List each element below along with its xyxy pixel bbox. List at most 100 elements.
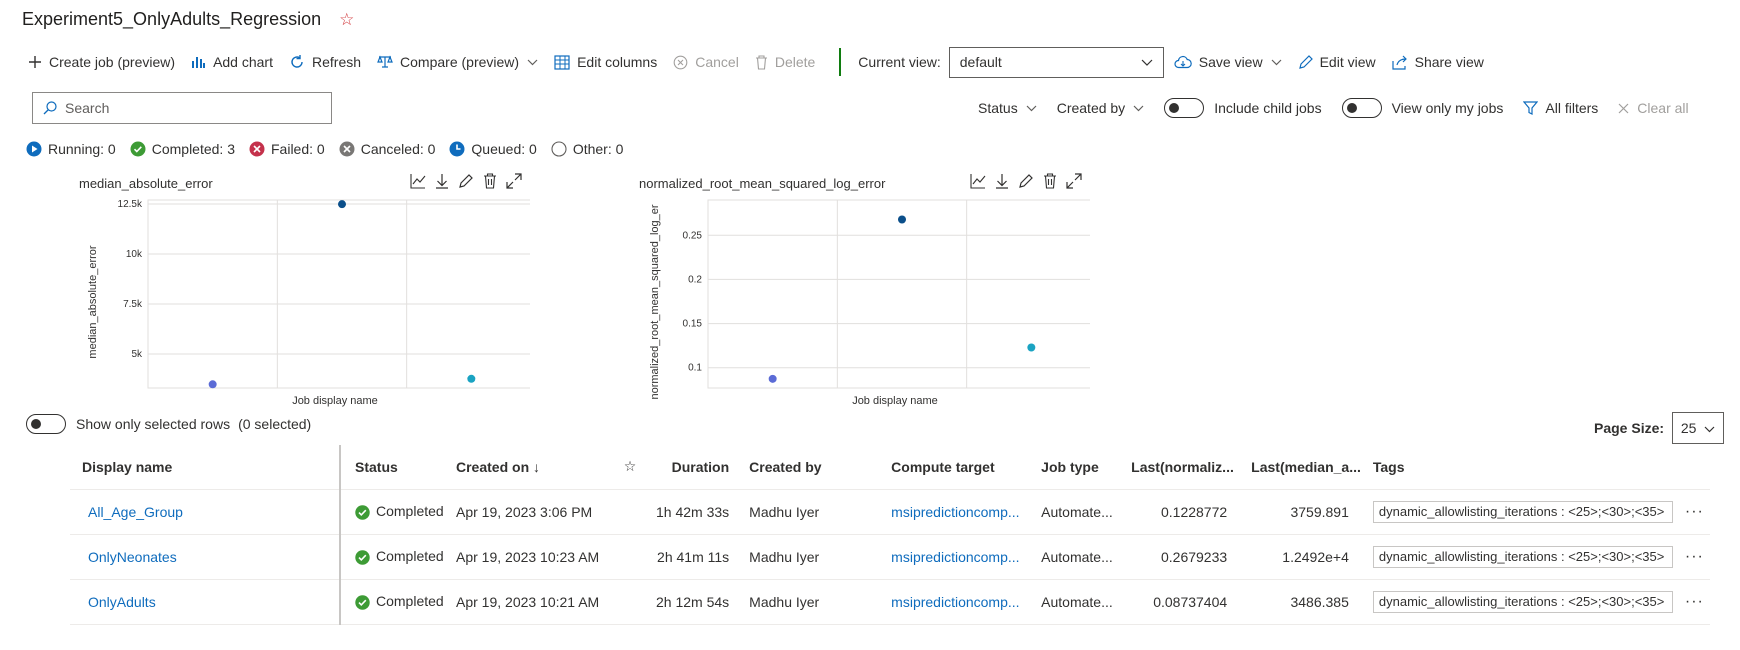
compare-icon [377, 54, 393, 70]
toggle-switch[interactable] [1341, 98, 1382, 118]
clear-all-button[interactable]: Clear all [1618, 100, 1689, 116]
data-point[interactable] [338, 200, 346, 209]
failed-label: Failed: 0 [271, 141, 325, 157]
compare-button[interactable]: Compare (preview) [377, 54, 538, 70]
compute-target-link[interactable]: msipredictioncomp... [891, 549, 1019, 565]
refresh-button[interactable]: Refresh [289, 54, 361, 70]
create-job-button[interactable]: Create job (preview) [28, 54, 175, 70]
chart-1-xlabel: Job display name [292, 395, 378, 407]
more-options-icon[interactable]: ··· [1678, 489, 1710, 535]
check-circle-icon [130, 141, 146, 157]
failed-count[interactable]: Failed: 0 [249, 141, 325, 157]
col-created-by[interactable]: Created by [735, 445, 886, 490]
trash-icon [755, 54, 768, 70]
job-display-name-link[interactable]: OnlyNeonates [88, 549, 177, 565]
chart-2-title: normalized_root_mean_squared_log_error [639, 176, 886, 191]
other-count[interactable]: Other: 0 [551, 141, 623, 157]
last-normalized-cell: 0.2679233 [1125, 534, 1246, 580]
trash-icon[interactable] [1043, 173, 1057, 192]
current-view-dropdown[interactable]: default [948, 46, 1164, 78]
page-size-dropdown[interactable]: 25 [1672, 412, 1725, 444]
add-chart-button[interactable]: Add chart [191, 54, 273, 70]
chevron-down-icon [1141, 54, 1153, 70]
col-job-type[interactable]: Job type [1035, 445, 1126, 490]
col-status[interactable]: Status [340, 445, 450, 490]
tag-chip[interactable]: dynamic_allowlisting_iterations : <25>;<… [1372, 590, 1673, 613]
edit-view-button[interactable]: Edit view [1298, 54, 1376, 70]
created-by-filter[interactable]: Created by [1057, 100, 1144, 116]
expand-icon[interactable] [1066, 173, 1082, 192]
delete-button[interactable]: Delete [755, 54, 815, 70]
include-child-jobs-toggle[interactable]: Include child jobs [1164, 98, 1322, 118]
job-type-cell: Automate... [1035, 489, 1126, 535]
favorite-column-star-icon[interactable]: ☆ [610, 445, 650, 490]
last-normalized-cell: 0.08737404 [1125, 579, 1246, 625]
running-count[interactable]: Running: 0 [26, 141, 116, 157]
tag-chip[interactable]: dynamic_allowlisting_iterations : <25>;<… [1372, 500, 1673, 523]
col-duration[interactable]: Duration [650, 445, 736, 490]
col-display-name[interactable]: Display name [70, 445, 341, 490]
line-chart-icon[interactable] [410, 173, 426, 192]
edit-columns-button[interactable]: Edit columns [554, 54, 657, 70]
data-point[interactable] [467, 374, 476, 383]
status-filter[interactable]: Status [978, 100, 1037, 116]
chart-2-xlabel: Job display name [852, 395, 938, 407]
last-median-cell: 3759.891 [1245, 489, 1367, 535]
download-icon[interactable] [435, 173, 449, 192]
job-display-name-link[interactable]: OnlyAdults [88, 594, 156, 610]
y-tick-label: 10k [126, 249, 143, 260]
col-tags[interactable]: Tags [1366, 445, 1679, 490]
table-row[interactable]: OnlyNeonates Completed Apr 19, 2023 10:2… [70, 534, 1710, 580]
favorite-star-icon[interactable]: ☆ [339, 10, 354, 30]
cancel-button[interactable]: Cancel [673, 54, 739, 70]
y-tick-label: 5k [131, 349, 143, 360]
canceled-count[interactable]: Canceled: 0 [339, 141, 436, 157]
compute-target-link[interactable]: msipredictioncomp... [891, 504, 1019, 520]
data-point[interactable] [208, 380, 217, 389]
table-row[interactable]: OnlyAdults Completed Apr 19, 2023 10:21 … [70, 579, 1710, 625]
download-icon[interactable] [995, 173, 1009, 192]
all-filters-button[interactable]: All filters [1523, 100, 1598, 116]
tag-chip[interactable]: dynamic_allowlisting_iterations : <25>;<… [1372, 545, 1673, 568]
show-selected-rows-toggle[interactable]: Show only selected rows (0 selected) [26, 414, 311, 434]
page-title-row: Experiment5_OnlyAdults_Regression ☆ [22, 9, 354, 30]
completed-count[interactable]: Completed: 3 [130, 141, 235, 157]
compute-target-link[interactable]: msipredictioncomp... [891, 594, 1019, 610]
view-only-my-jobs-toggle[interactable]: View only my jobs [1341, 98, 1503, 118]
chevron-down-icon [527, 59, 538, 66]
running-play-icon [26, 141, 42, 157]
table-row[interactable]: All_Age_Group Completed Apr 19, 2023 3:0… [70, 489, 1710, 535]
share-view-button[interactable]: Share view [1392, 54, 1484, 70]
more-options-icon[interactable]: ··· [1678, 579, 1710, 625]
data-point[interactable] [1027, 343, 1036, 352]
check-circle-icon [355, 505, 370, 520]
queued-count[interactable]: Queued: 0 [449, 141, 537, 157]
more-options-icon[interactable]: ··· [1678, 534, 1710, 580]
pencil-icon[interactable] [1018, 173, 1034, 192]
job-display-name-link[interactable]: All_Age_Group [88, 504, 183, 520]
col-created-on[interactable]: Created on ↓ [450, 445, 610, 490]
toggle-switch[interactable] [1164, 98, 1205, 118]
bar-chart-icon [191, 55, 206, 69]
status-text: Completed [376, 503, 444, 520]
save-view-button[interactable]: Save view [1174, 54, 1282, 70]
search-placeholder: Search [65, 100, 110, 116]
toggle-switch[interactable] [26, 414, 66, 434]
search-input[interactable]: Search [32, 92, 332, 124]
status-summary: Running: 0 Completed: 3 Failed: 0 Cancel… [26, 141, 637, 157]
col-compute-target[interactable]: Compute target [885, 445, 1036, 490]
chart-1-toolbar [410, 173, 522, 192]
table-columns-icon [554, 54, 570, 70]
canceled-label: Canceled: 0 [360, 141, 436, 157]
y-tick-label: 0.1 [688, 363, 702, 374]
data-point[interactable] [768, 374, 777, 383]
chart-median-absolute-error: median_absolute_error Job display name 5… [87, 199, 530, 407]
pencil-icon[interactable] [458, 173, 474, 192]
line-chart-icon[interactable] [970, 173, 986, 192]
trash-icon[interactable] [483, 173, 497, 192]
col-last-normalized[interactable]: Last(normaliz... [1125, 445, 1246, 490]
col-last-median[interactable]: Last(median_a... [1245, 445, 1367, 490]
expand-icon[interactable] [506, 173, 522, 192]
y-tick-label: 12.5k [118, 199, 143, 210]
data-point[interactable] [898, 215, 906, 224]
